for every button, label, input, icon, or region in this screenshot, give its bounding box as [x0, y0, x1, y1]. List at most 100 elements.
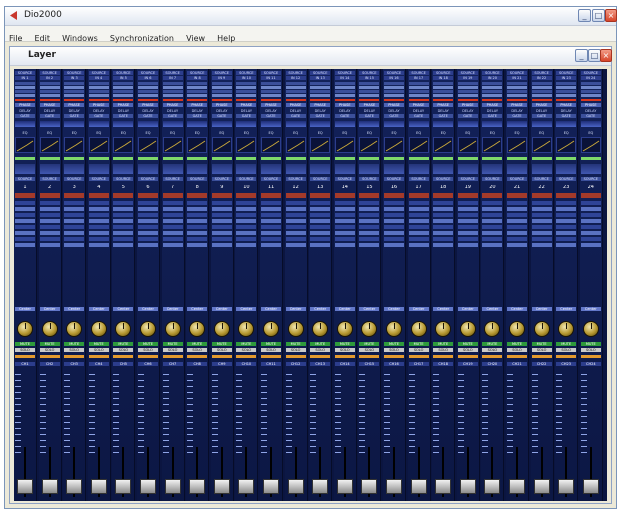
phase-button[interactable]: PHASE [187, 103, 208, 107]
mute-button[interactable]: MUTE [384, 342, 404, 346]
phase-button[interactable]: PHASE [113, 103, 134, 107]
input-label[interactable]: IN 16 [384, 76, 404, 80]
input-label[interactable]: IN 6 [138, 76, 158, 80]
eq-curve[interactable] [482, 137, 503, 153]
mute-button[interactable]: MUTE [162, 342, 183, 346]
mute-button[interactable]: MUTE [334, 342, 355, 346]
menu-file[interactable]: File [5, 32, 25, 43]
fader-handle[interactable] [509, 479, 525, 494]
phase-button[interactable]: PHASE [15, 103, 35, 107]
fader-handle[interactable] [287, 479, 304, 494]
input-label[interactable]: IN 4 [88, 76, 109, 80]
gate-button[interactable]: GATE [433, 114, 454, 118]
input-label[interactable]: IN 17 [408, 76, 429, 80]
gate-button[interactable]: GATE [482, 114, 503, 118]
solo-button[interactable]: SOLO [531, 348, 552, 352]
gate-button[interactable]: GATE [39, 114, 60, 118]
input-label[interactable]: IN 13 [310, 76, 331, 80]
pan-knob[interactable] [361, 321, 378, 337]
layer-close-button[interactable]: × [600, 49, 612, 62]
eq-curve[interactable] [285, 137, 306, 153]
solo-button[interactable]: SOLO [15, 348, 35, 352]
solo-button[interactable]: SOLO [384, 348, 404, 352]
mute-button[interactable]: MUTE [482, 342, 503, 346]
input-label[interactable]: IN 24 [580, 76, 601, 80]
phase-button[interactable]: PHASE [285, 103, 306, 107]
fader-handle[interactable] [582, 479, 599, 494]
eq-curve[interactable] [310, 137, 331, 153]
mute-button[interactable]: MUTE [580, 342, 601, 346]
pan-knob[interactable] [558, 321, 575, 337]
fader-handle[interactable] [41, 479, 58, 494]
gate-button[interactable]: GATE [310, 114, 331, 118]
mute-button[interactable]: MUTE [556, 342, 577, 346]
phase-button[interactable]: PHASE [507, 103, 527, 107]
fader-handle[interactable] [386, 479, 402, 494]
gate-button[interactable]: GATE [334, 114, 355, 118]
fader-handle[interactable] [66, 479, 83, 494]
menu-help[interactable]: Help [213, 32, 238, 43]
eq-curve[interactable] [408, 137, 429, 153]
solo-button[interactable]: SOLO [236, 348, 257, 352]
mute-button[interactable]: MUTE [359, 342, 380, 346]
eq-curve[interactable] [359, 137, 380, 153]
layer-minimize-button[interactable]: _ [575, 49, 588, 62]
fader-handle[interactable] [410, 479, 427, 494]
solo-button[interactable]: SOLO [162, 348, 183, 352]
input-label[interactable]: IN 1 [15, 76, 35, 80]
pan-knob[interactable] [410, 321, 427, 337]
pan-knob[interactable] [312, 321, 329, 337]
solo-button[interactable]: SOLO [433, 348, 454, 352]
input-label[interactable]: IN 5 [113, 76, 134, 80]
eq-curve[interactable] [211, 137, 232, 153]
input-label[interactable]: IN 7 [162, 76, 183, 80]
input-label[interactable]: IN 19 [457, 76, 478, 80]
fader-handle[interactable] [238, 479, 255, 494]
menu-edit[interactable]: Edit [30, 32, 53, 43]
eq-curve[interactable] [261, 137, 281, 153]
eq-curve[interactable] [531, 137, 552, 153]
title-bar[interactable]: Dio2000 _ □ × [5, 7, 617, 26]
input-label[interactable]: IN 8 [187, 76, 208, 80]
fader-handle[interactable] [140, 479, 156, 494]
eq-curve[interactable] [64, 137, 85, 153]
input-label[interactable]: IN 14 [334, 76, 355, 80]
pan-knob[interactable] [582, 321, 599, 337]
solo-button[interactable]: SOLO [507, 348, 527, 352]
input-label[interactable]: IN 12 [285, 76, 306, 80]
eq-curve[interactable] [580, 137, 601, 153]
input-label[interactable]: IN 2 [39, 76, 60, 80]
mute-button[interactable]: MUTE [507, 342, 527, 346]
eq-curve[interactable] [433, 137, 454, 153]
input-label[interactable]: IN 9 [211, 76, 232, 80]
gate-button[interactable]: GATE [162, 114, 183, 118]
mute-button[interactable]: MUTE [187, 342, 208, 346]
solo-button[interactable]: SOLO [580, 348, 601, 352]
close-button[interactable]: × [605, 9, 617, 22]
pan-knob[interactable] [41, 321, 58, 337]
gate-button[interactable]: GATE [285, 114, 306, 118]
solo-button[interactable]: SOLO [285, 348, 306, 352]
gate-button[interactable]: GATE [236, 114, 257, 118]
phase-button[interactable]: PHASE [211, 103, 232, 107]
mute-button[interactable]: MUTE [211, 342, 232, 346]
gate-button[interactable]: GATE [507, 114, 527, 118]
mute-button[interactable]: MUTE [138, 342, 158, 346]
eq-curve[interactable] [507, 137, 527, 153]
gate-button[interactable]: GATE [408, 114, 429, 118]
mute-button[interactable]: MUTE [408, 342, 429, 346]
fader-handle[interactable] [312, 479, 329, 494]
mute-button[interactable]: MUTE [113, 342, 134, 346]
pan-knob[interactable] [213, 321, 230, 337]
pan-knob[interactable] [336, 321, 353, 337]
input-label[interactable]: IN 10 [236, 76, 257, 80]
solo-button[interactable]: SOLO [261, 348, 281, 352]
fader-handle[interactable] [361, 479, 378, 494]
mute-button[interactable]: MUTE [457, 342, 478, 346]
phase-button[interactable]: PHASE [236, 103, 257, 107]
phase-button[interactable]: PHASE [556, 103, 577, 107]
gate-button[interactable]: GATE [88, 114, 109, 118]
menu-synchronization[interactable]: Synchronization [106, 32, 177, 43]
fader-handle[interactable] [533, 479, 550, 494]
fader-handle[interactable] [90, 479, 107, 494]
